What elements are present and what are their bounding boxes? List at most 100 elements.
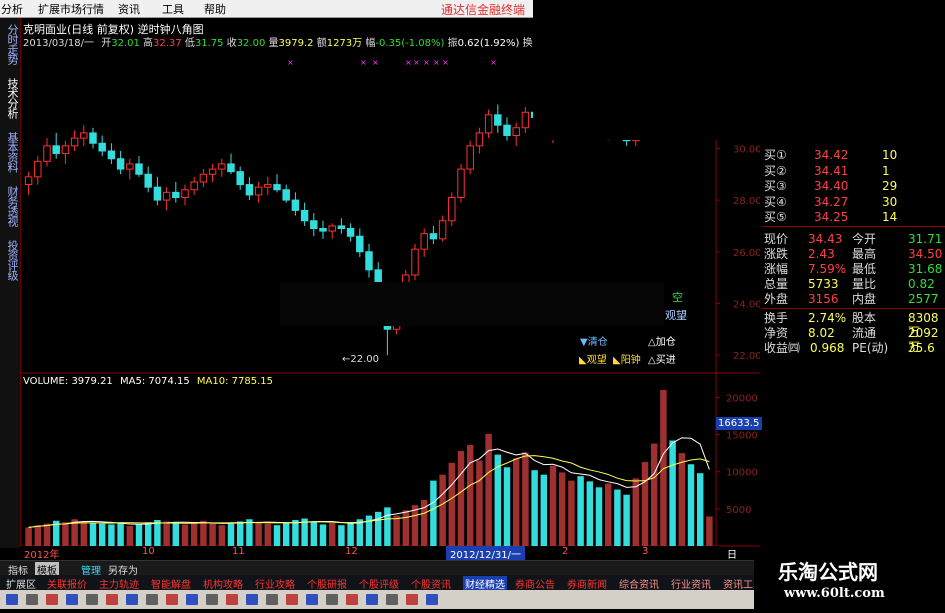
ma10-value: 7785.15 [231,376,274,387]
quote-label: 流通 [852,326,877,340]
toolbar-icons[interactable] [0,590,760,609]
function-item[interactable]: 券商新闻 [567,576,607,591]
tab-fundamentals[interactable]: 基本资料 [2,132,19,172]
volume-tick-label: 5000 [726,505,751,516]
volume-bar [384,507,391,546]
quote-separator [762,226,945,227]
volume-bar [62,522,69,546]
volume-bar [264,523,272,546]
function-item[interactable]: 行业资讯 [671,576,711,591]
quote-separator [762,308,945,309]
quote-label: PE(动) [852,341,889,355]
change-value: -0.35(-1.08%) [375,38,445,49]
candle-body [484,114,493,134]
bid-qty: 10 [882,148,898,162]
quote-value: 0.82 [908,277,935,291]
function-item[interactable]: 机构攻略 [203,576,243,591]
volume-bar [411,505,419,546]
quote-label: 净资 [764,326,789,340]
quote-value: 34.25 [814,210,849,224]
signal-marker: × [360,58,367,67]
volume-bar [227,523,235,546]
menu-extended-market[interactable]: 扩展市场行情 [38,1,104,17]
time-crosshair-date: 2012/12/31/一 [446,546,526,561]
amplitude-label: 振 [447,38,458,49]
toolbar-icon [306,594,318,605]
menu-analysis[interactable]: 分析 [1,1,23,17]
candle-body [429,233,438,240]
signal-marker: × [287,58,294,67]
tab-technical[interactable]: 技术分析 [2,78,19,118]
menu-tools[interactable]: 工具 [162,1,184,17]
quote-value: 3156 [808,292,839,306]
left-tab-strip: 分时走势 技术分析 基本资料 财务透视 投资评级 [0,18,21,548]
function-item[interactable]: 行业攻略 [255,576,295,591]
function-item[interactable]: 扩展区 [6,576,36,591]
bid-row: 买③ 34.40 [764,179,942,193]
volume-bar [292,520,299,546]
candle-body [448,197,456,222]
menu-help[interactable]: 帮助 [204,1,226,17]
quote-row: 外盘 3156 内盘 2577 [764,292,942,306]
quote-label: 涨跌 [764,247,789,261]
volume-bar [696,473,704,546]
signal-marker: × [433,58,440,67]
volume-bar [154,520,161,546]
toolbar-icon [46,594,58,605]
function-item[interactable]: 个股研报 [307,576,347,591]
volume-tick-label: 20000 [726,393,758,404]
toolbar-icon [66,594,78,605]
candle-body [34,160,42,178]
candle-body [438,220,447,240]
bid-row: 买⑤ 34.25 [764,210,942,224]
candle-body [420,233,428,250]
volume-bar [448,462,456,546]
tab-intraday[interactable]: 分时走势 [2,24,19,64]
time-label-nov: 11 [232,546,245,557]
function-item[interactable]: 关联报价 [47,576,87,591]
signal-kong: 空 [672,291,683,304]
quote-label: 涨幅 [764,262,789,276]
blacked-out-region [280,282,664,326]
function-item[interactable]: 主力轨迹 [99,576,139,591]
volume-bar [439,474,446,546]
volume-bar [531,470,538,546]
amount-label: 额 [316,38,327,49]
volume-bar [522,452,529,546]
toolbar-icon [106,594,118,605]
function-item[interactable]: 综合资讯 [619,576,659,591]
quote-value: 34.40 [814,179,849,193]
volume-bar [430,480,437,546]
function-item[interactable]: 个股资讯 [411,576,451,591]
volume-bar [236,521,244,546]
candle-body [116,158,125,170]
bid-qty: 1 [882,163,890,178]
volume-bar [246,519,253,546]
quote-value: 2.74% [808,311,847,325]
price-tick-label: 26.00 [733,248,760,259]
volume-bar [540,474,548,546]
tab-rating[interactable]: 投资评级 [2,240,19,280]
quote-row: 换手 2.74% 股本 8308万 [764,311,942,339]
volume-bar [503,467,511,546]
volume-bar [25,527,32,546]
candle-body [264,184,272,188]
candle-body [300,209,309,222]
volume-bar [209,522,216,546]
ohlc-info: 2013/03/18/一 开32.01 高32.37 低31.75 收32.00… [23,34,539,49]
signal-marker: × [405,58,412,67]
quote-value: 2577 [908,292,939,306]
quote-row: 涨跌 2.43 最高 34.50 [764,247,942,261]
tab-financials[interactable]: 财务透视 [2,186,19,226]
function-item[interactable]: 个股评级 [359,576,399,591]
signal-marker: × [490,58,497,67]
function-item[interactable]: 财经精选 [463,576,507,591]
low-label: 低 [184,38,195,49]
close-value: 32.00 [236,38,266,49]
price-tick-label: 24.00 [733,299,760,310]
function-item[interactable]: 券商公告 [515,576,555,591]
menu-news[interactable]: 资讯 [118,1,140,17]
volume-bar [273,525,281,546]
function-item[interactable]: 智能解盘 [151,576,191,591]
price-tick-label: 28.00 [733,196,760,207]
